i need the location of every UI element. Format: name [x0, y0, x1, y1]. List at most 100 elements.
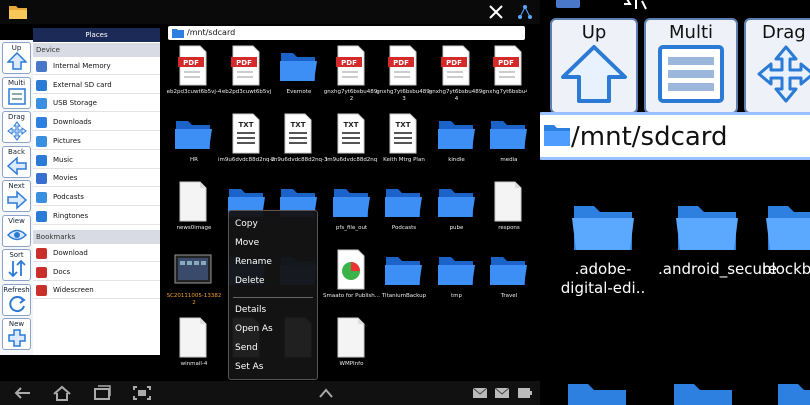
folder-item[interactable]: tmp — [428, 249, 486, 319]
menu-item-delete[interactable]: Delete — [235, 276, 265, 286]
network-icon[interactable] — [517, 4, 533, 20]
device-item-external-sd-card[interactable]: External SD card — [33, 77, 160, 94]
file-item[interactable]: PDF gnxhg7yt6bsbu489 — [480, 45, 527, 115]
home-icon[interactable] — [52, 385, 72, 401]
up-button[interactable]: Up — [2, 42, 31, 74]
file-item[interactable]: WMPInfo — [323, 317, 381, 375]
mail-icon[interactable] — [473, 388, 487, 398]
device-item-music[interactable]: Music — [33, 152, 160, 169]
sort-button[interactable]: Sort — [2, 249, 31, 281]
folder-item[interactable]: .adobe-digital-edi.. — [558, 198, 648, 298]
device-item-downloads[interactable]: Downloads — [33, 114, 160, 132]
file-item[interactable]: PDF gnxhg7yt6bsbu489-4 — [428, 45, 486, 115]
file-name: HR — [190, 157, 198, 163]
bookmark-icon — [36, 285, 47, 297]
refresh-button[interactable]: Refresh — [2, 283, 31, 316]
file-item[interactable]: Smaato for Publish... — [323, 249, 381, 319]
sort-icon — [7, 259, 26, 278]
file-item[interactable]: news0image — [165, 181, 223, 251]
bookmark-item-label: Download — [53, 249, 88, 257]
folder-item[interactable]: Evernote — [270, 45, 328, 115]
folder-item[interactable]: blockbu — [762, 198, 810, 279]
bookmark-item-docs[interactable]: Docs — [33, 264, 160, 281]
music-icon — [36, 154, 47, 166]
file-item[interactable]: PDF eb2pd3cuwt6b5vj-4 — [165, 45, 223, 115]
folder-icon — [544, 125, 570, 146]
folder-item[interactable]: pube — [428, 181, 486, 251]
file-name: pfs_file_out — [335, 225, 368, 231]
mail-icon[interactable] — [495, 388, 509, 398]
path-bar[interactable]: /mnt/sdcard — [540, 112, 810, 160]
device-item-internal-memory[interactable]: Internal Memory — [33, 58, 160, 75]
new-button[interactable]: New — [2, 318, 31, 350]
file-item[interactable]: TXT im9u6dvdc88d2nq-2 — [218, 113, 276, 183]
menu-item-set-as[interactable]: Set As — [235, 362, 264, 372]
menu-item-send[interactable]: Send — [235, 343, 258, 353]
pdf-file-icon: PDF — [178, 45, 207, 86]
next-arrow-icon — [6, 190, 27, 210]
bookmark-item-label: Widescreen — [53, 286, 94, 295]
folder-item[interactable]: .android_secure — [658, 198, 777, 279]
view-button[interactable]: View — [2, 214, 31, 247]
usb-icon — [36, 98, 47, 110]
file-name: eb2pd3cuwt6b5vj — [221, 89, 272, 95]
multi-select-icon — [7, 87, 26, 105]
app-file-icon — [337, 249, 364, 290]
pdf-file-icon: PDF — [335, 45, 364, 86]
file-item[interactable]: PDF eb2pd3cuwt6b5vj — [218, 45, 276, 115]
device-item-pictures[interactable]: Pictures — [33, 133, 160, 150]
device-item-usb-storage[interactable]: USB Storage — [33, 95, 160, 113]
pdf-file-icon: PDF — [440, 45, 469, 86]
plus-icon — [7, 329, 26, 347]
menu-item-open-as[interactable]: Open As — [235, 324, 273, 334]
up-arrow-icon — [6, 52, 27, 70]
up-button[interactable]: Up — [550, 18, 638, 114]
device-item-podcasts[interactable]: Podcasts — [33, 189, 160, 206]
menu-item-move[interactable]: Move — [235, 238, 259, 248]
downloads-icon — [36, 117, 47, 129]
svg-text:PDF: PDF — [498, 59, 514, 67]
screenshot-icon[interactable] — [132, 385, 152, 401]
folder-item[interactable]: Travel — [480, 249, 527, 319]
file-item[interactable]: TXT im9u6dvdc88d2nq — [323, 113, 381, 183]
back-icon[interactable] — [12, 385, 32, 401]
file-item[interactable]: respons — [480, 181, 527, 251]
tools-icon[interactable] — [488, 4, 504, 20]
bookmark-item-download[interactable]: Download — [33, 245, 160, 262]
folder-icon — [572, 206, 634, 250]
file-name: kindle — [448, 157, 465, 163]
folder-item[interactable]: TitaniumBackup — [375, 249, 433, 319]
folder-item[interactable]: HR — [165, 113, 223, 183]
multi-button[interactable]: Multi — [644, 18, 738, 114]
folder-item[interactable]: kindle — [428, 113, 486, 183]
drag-button[interactable]: Drag — [744, 18, 810, 114]
file-item[interactable]: PDF gnxhg7yt6bsbu489-3 — [375, 45, 433, 115]
folder-item[interactable]: Podcasts — [375, 181, 433, 251]
folder-icon — [676, 206, 738, 250]
multi-button[interactable]: Multi — [2, 76, 31, 109]
file-item[interactable]: PDF gnxhg7yt6bsbu489-2 — [323, 45, 381, 115]
menu-item-rename[interactable]: Rename — [235, 257, 272, 267]
file-item[interactable]: SC20111005-133822 — [165, 249, 223, 319]
recent-apps-icon[interactable] — [92, 385, 112, 401]
back-button[interactable]: Back — [2, 145, 31, 178]
file-item[interactable]: TXT Keith Mtrg Plan — [375, 113, 433, 183]
folder-item[interactable]: media — [480, 113, 527, 183]
drag-button[interactable]: Drag — [2, 111, 31, 143]
folder-file-icon — [385, 189, 422, 217]
path-bar[interactable]: /mnt/sdcard — [168, 26, 525, 40]
ringtones-icon — [36, 210, 47, 222]
file-name: WMPInfo — [339, 361, 364, 367]
drag-icon — [757, 45, 810, 103]
file-item[interactable]: winmail-4 — [165, 317, 223, 375]
bookmark-item-widescreen[interactable]: Widescreen — [33, 282, 160, 300]
back-arrow-icon — [6, 155, 27, 176]
next-button[interactable]: Next — [2, 180, 31, 212]
device-item-movies[interactable]: Movies — [33, 170, 160, 188]
menu-item-copy[interactable]: Copy — [235, 219, 258, 229]
chevron-up-icon[interactable] — [318, 387, 334, 399]
device-item-ringtones[interactable]: Ringtones — [33, 208, 160, 225]
file-item[interactable]: TXT im9u6dvdc88d2nq-3 — [270, 113, 328, 183]
folder-item[interactable]: pfs_file_out — [323, 181, 381, 251]
menu-item-details[interactable]: Details — [235, 305, 266, 315]
